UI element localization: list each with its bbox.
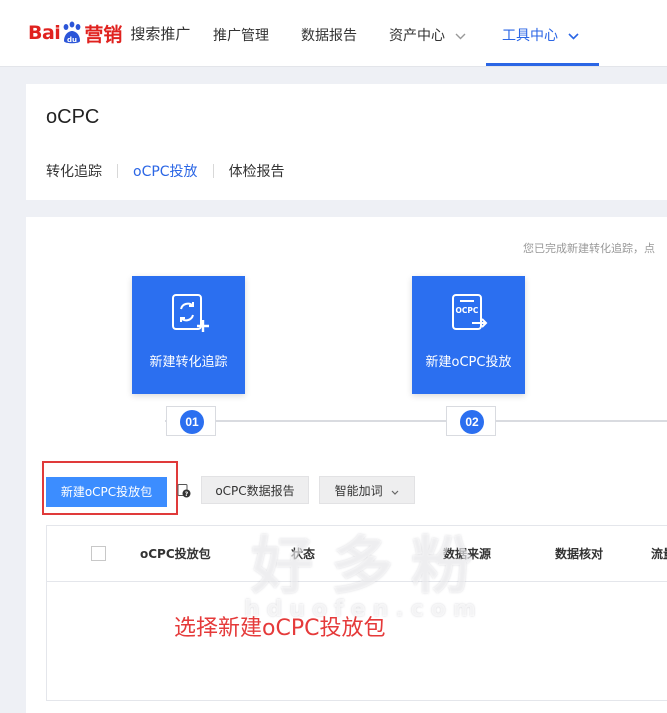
new-ocpc-package-button[interactable]: 新建oCPC投放包 [46, 477, 167, 507]
nav-item-campaign-management[interactable]: 推广管理 [213, 0, 269, 66]
conversion-tracking-icon [172, 294, 209, 332]
step-timeline [165, 420, 667, 422]
select-all-checkbox[interactable] [91, 546, 106, 561]
chevron-down-icon [391, 478, 399, 506]
baidu-marketing-logo[interactable]: Bai du 营销 搜索推广 [28, 18, 190, 48]
nav-item-label: 推广管理 [213, 28, 269, 44]
tab-divider [212, 164, 214, 178]
nav-item-tool-center[interactable]: 工具中心 [502, 0, 580, 66]
step-label: 新建oCPC投放 [425, 355, 512, 370]
sub-tabs: 转化追踪 oCPC投放 体检报告 [46, 161, 285, 181]
step-new-ocpc-delivery[interactable]: OCPC 新建oCPC投放 [412, 276, 525, 394]
nav-item-asset-center[interactable]: 资产中心 [389, 0, 466, 66]
watermark-cn: 好多粉 [251, 529, 492, 602]
progress-hint-text: 您已完成新建转化追踪，点 [523, 242, 655, 255]
main-content-card: 您已完成新建转化追踪，点 新建转化追踪 OCPC 新建oCPC投放 01 02 … [26, 217, 667, 713]
tab-divider [117, 164, 118, 178]
step-label: 新建转化追踪 [149, 355, 228, 370]
step-number-1: 01 [166, 406, 216, 436]
paw-icon: du [61, 21, 83, 45]
logo-subtitle: 搜索推广 [130, 24, 191, 43]
ocpc-data-report-button[interactable]: oCPC数据报告 [201, 476, 309, 504]
help-icon[interactable]: ? [177, 483, 191, 502]
active-nav-indicator [486, 63, 599, 66]
tab-health-report[interactable]: 体检报告 [229, 161, 285, 181]
step-number-2: 02 [446, 406, 496, 436]
watermark-en: hduofen.com [244, 597, 483, 622]
page-title: oCPC [46, 106, 100, 128]
svg-text:?: ? [185, 491, 189, 498]
smart-add-keywords-dropdown[interactable]: 智能加词 [319, 476, 415, 504]
chevron-down-icon [455, 0, 466, 72]
step-number-badge: 01 [180, 410, 204, 434]
chevron-down-icon [568, 0, 580, 72]
column-header-package[interactable]: oCPC投放包 [140, 545, 211, 562]
tab-conversion-tracking[interactable]: 转化追踪 [46, 161, 102, 181]
top-nav: Bai du 营销 搜索推广 推广管理 数据报告 资产中心 工具中心 [0, 0, 667, 67]
column-header-traffic[interactable]: 流量 [651, 545, 667, 562]
dropdown-label: 智能加词 [334, 484, 383, 498]
page-header-card: oCPC 转化追踪 oCPC投放 体检报告 [26, 84, 667, 200]
column-header-data-check[interactable]: 数据核对 [555, 545, 603, 562]
svg-text:OCPC: OCPC [456, 306, 479, 315]
logo-du-text: du [67, 36, 77, 44]
nav-item-label: 工具中心 [502, 28, 558, 44]
logo-baidu-text: Bai [28, 22, 61, 44]
ocpc-delivery-icon: OCPC [452, 294, 488, 330]
nav-item-label: 资产中心 [389, 28, 445, 44]
logo-yingxiao-text: 营销 [84, 23, 123, 46]
nav-item-label: 数据报告 [301, 28, 357, 44]
tab-ocpc-delivery[interactable]: oCPC投放 [133, 161, 198, 181]
step-new-conversion-tracking[interactable]: 新建转化追踪 [132, 276, 245, 394]
nav-item-data-report[interactable]: 数据报告 [301, 0, 357, 66]
step-number-badge: 02 [460, 410, 484, 434]
